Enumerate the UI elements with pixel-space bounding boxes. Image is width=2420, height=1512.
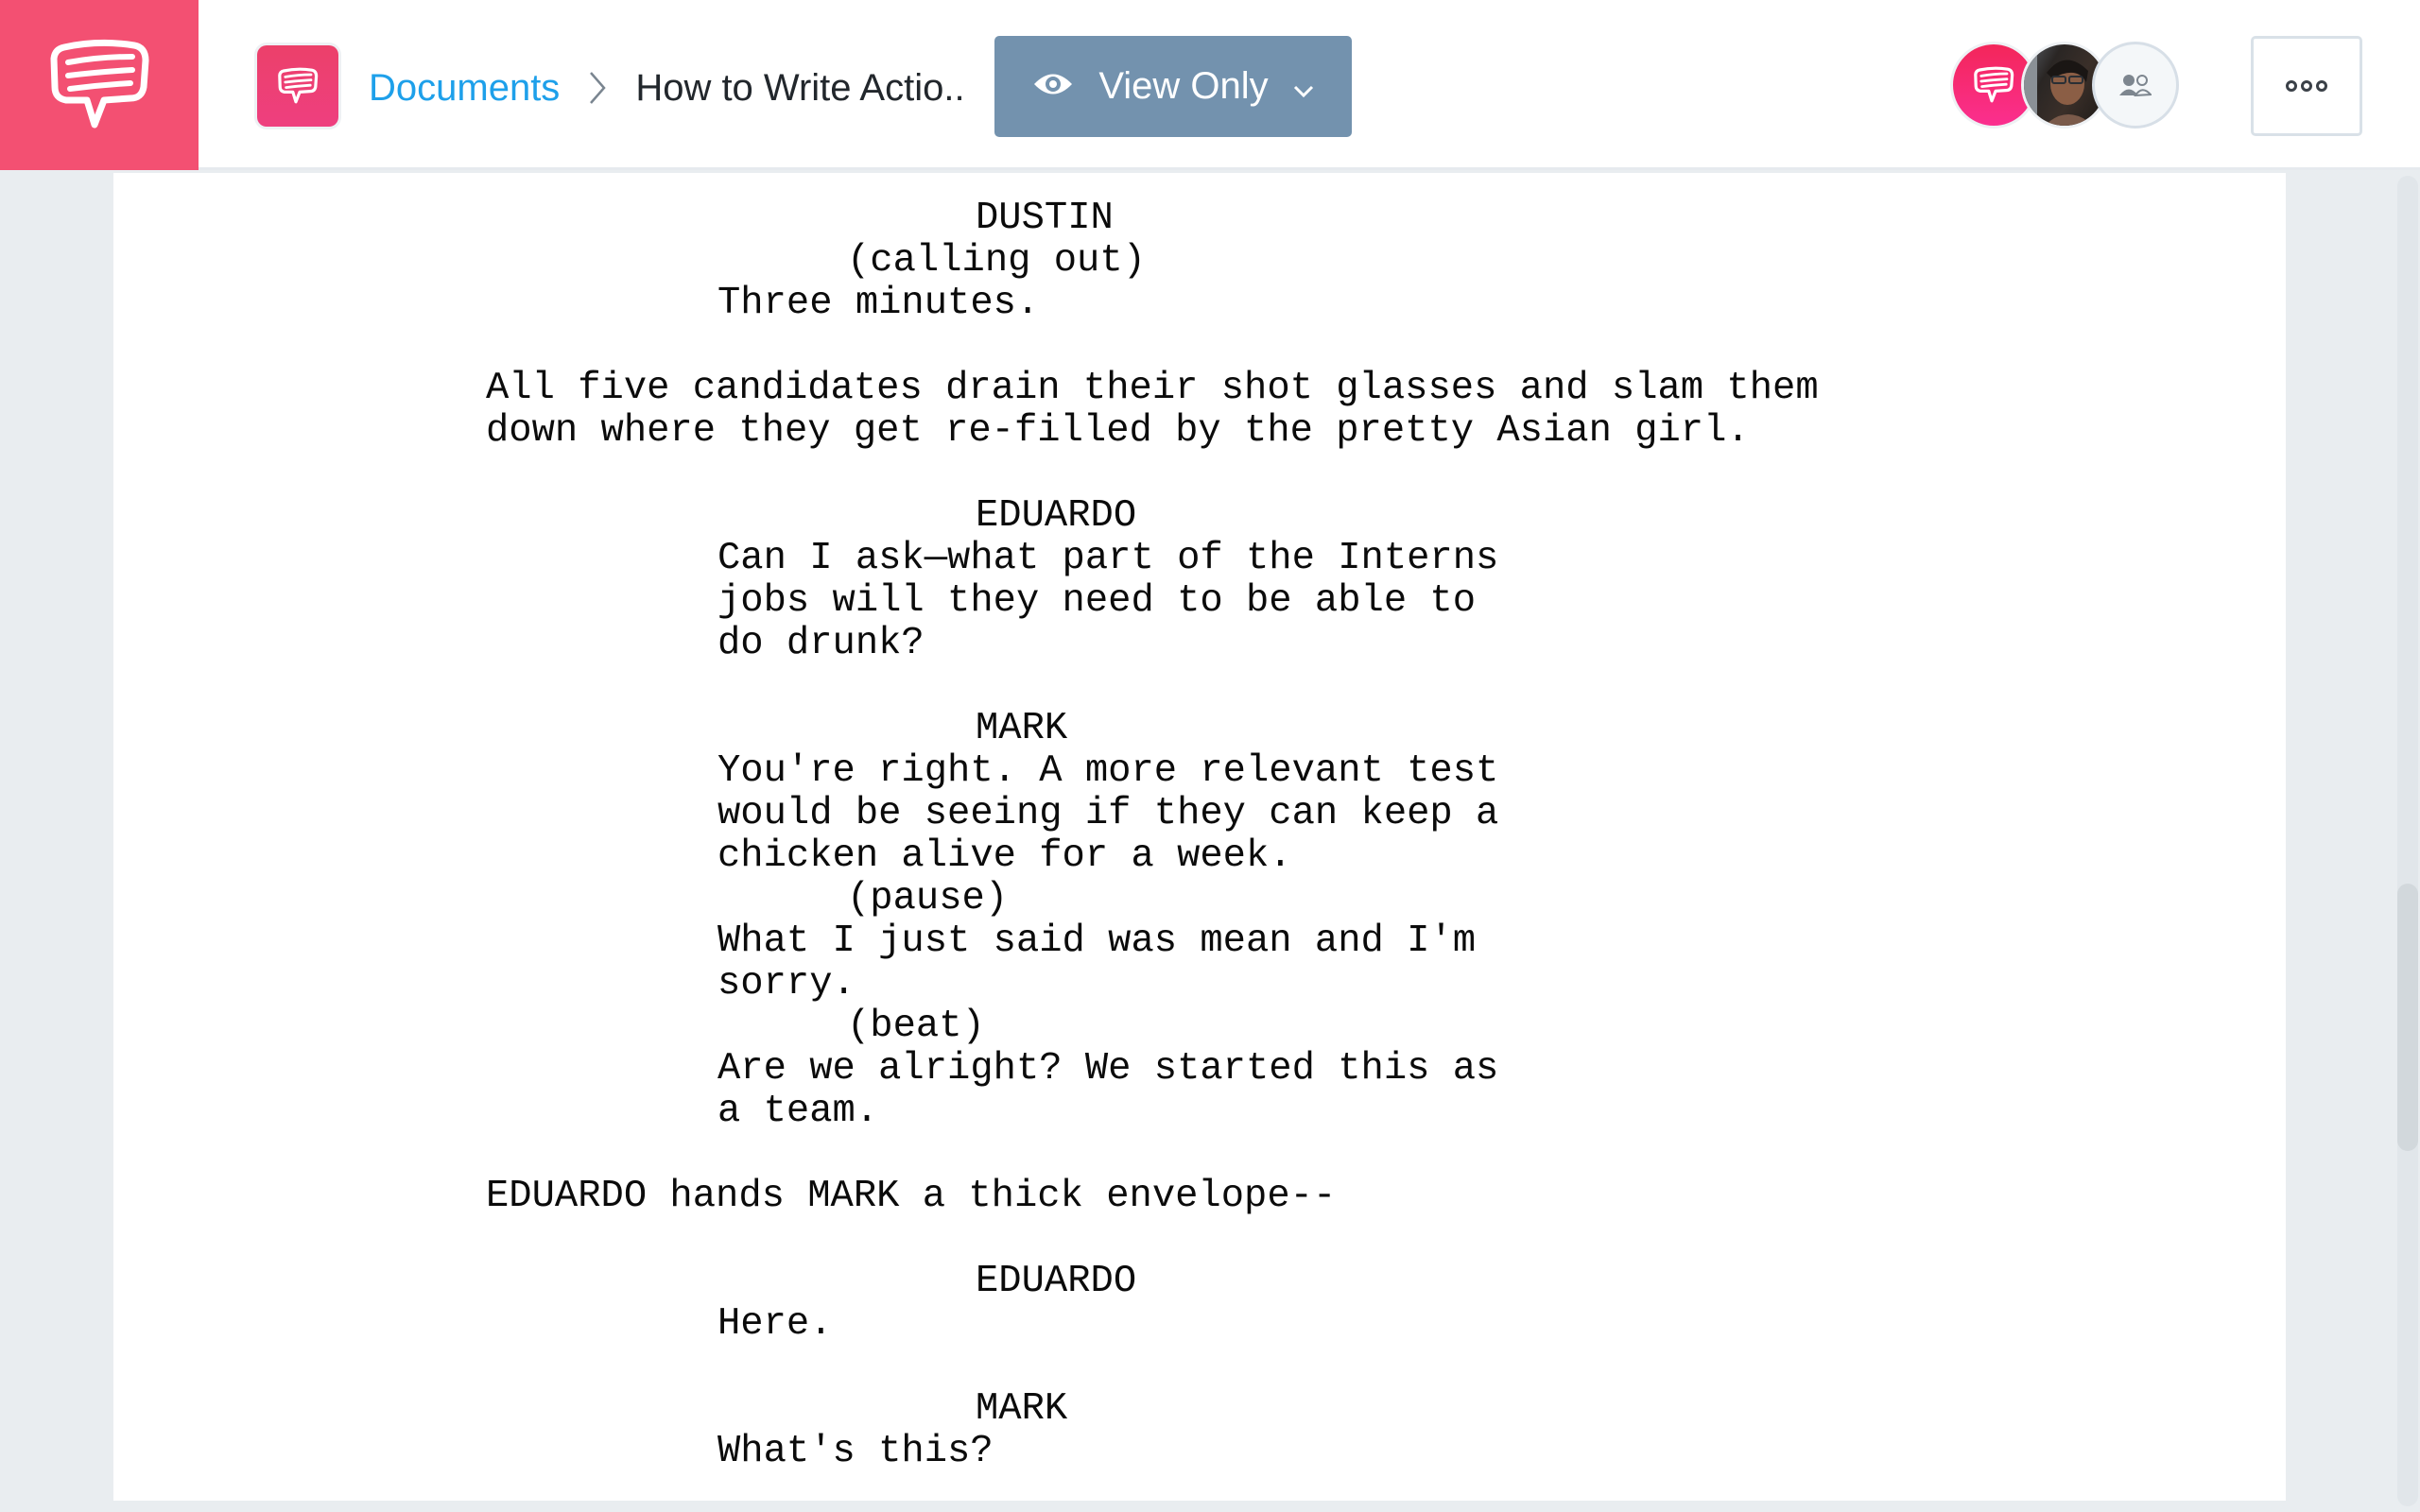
chevron-right-icon [579,69,616,107]
character-name: DUSTIN [976,197,1114,240]
chat-bubble-icon [278,67,319,104]
dialogue-line: sorry. [717,962,856,1005]
character-name: MARK [976,707,1068,750]
view-mode-dropdown[interactable]: View Only [994,36,1352,137]
more-options-button[interactable] [2251,36,2362,136]
breadcrumb-current-document: How to Write Actio.. [635,66,965,109]
top-bar: Documents How to Write Actio.. View Only [0,0,2420,170]
dialogue-line: Here. [717,1302,833,1346]
character-name: EDUARDO [976,1260,1137,1303]
breadcrumb-documents-link[interactable]: Documents [369,67,560,110]
app-logo[interactable] [0,0,199,170]
dialogue-line: chicken alive for a week. [717,834,1292,878]
team-members-button[interactable] [2092,42,2179,129]
dialogue-line: jobs will they need to be able to [717,579,1477,623]
dialogue-line: Can I ask—what part of the Interns [717,537,1499,580]
dialogue-line: would be seeing if they can keep a [717,792,1499,835]
parenthetical-line: (calling out) [847,239,1146,283]
dialogue-line: do drunk? [717,622,925,665]
vertical-scrollbar[interactable] [2397,176,2418,1506]
screenplay-page: DUSTIN (calling out) Three minutes. All fiv… [113,173,2286,1501]
dialogue-line: What's this? [717,1430,994,1473]
breadcrumb: Documents How to Write Actio.. [369,57,965,119]
action-line: All five candidates drain their shot gla… [486,367,1819,410]
eye-icon [1032,65,1074,108]
team-icon [2119,75,2152,96]
character-name: EDUARDO [976,494,1137,538]
more-options-icon [2286,80,2297,92]
collaborator-avatars [1950,42,2179,129]
document-chat-icon[interactable] [257,45,338,127]
action-line: down where they get re-filled by the pre… [486,409,1750,453]
action-line: EDUARDO hands MARK a thick envelope-- [486,1175,1337,1218]
chevron-down-icon [1293,65,1314,108]
view-mode-label: View Only [1098,65,1269,107]
chat-bubble-logo-icon [50,39,149,129]
parenthetical-line: (pause) [847,877,1009,920]
dialogue-line: Three minutes. [717,282,1040,325]
dialogue-line: Are we alright? We started this as [717,1047,1499,1091]
scrollbar-thumb[interactable] [2397,884,2418,1151]
more-options-icon-dot [2316,80,2327,92]
more-options-icon-dot [2301,80,2312,92]
parenthetical-line: (beat) [847,1005,985,1048]
chat-bubble-icon [1974,66,2014,103]
dialogue-line: What I just said was mean and I'm [717,919,1477,963]
dialogue-line: a team. [717,1090,879,1133]
character-name: MARK [976,1387,1068,1431]
dialogue-line: You're right. A more relevant test [717,749,1499,793]
